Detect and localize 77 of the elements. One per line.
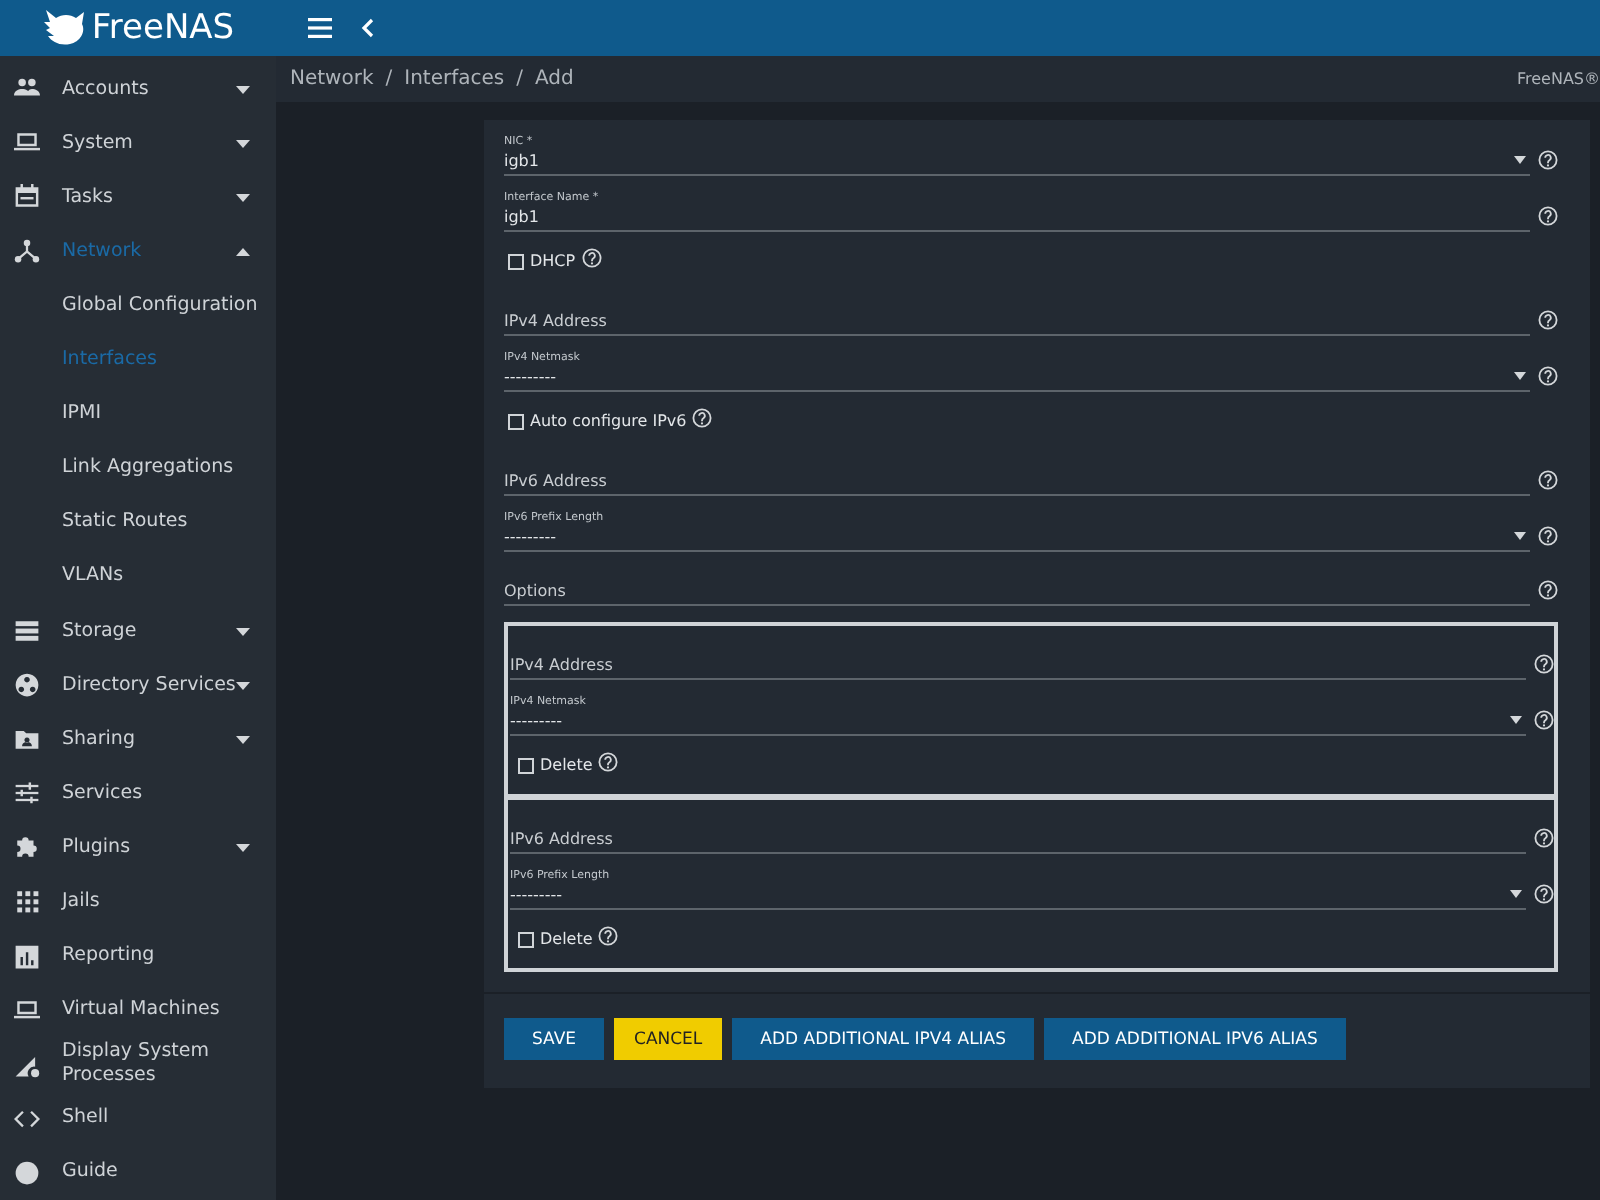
form-button[interactable]: ADD ADDITIONAL IPV6 ALIAS	[1044, 1018, 1346, 1060]
dropdown-arrow-icon[interactable]	[1514, 156, 1526, 164]
laptop-icon	[14, 997, 40, 1024]
help-icon[interactable]	[1538, 206, 1558, 226]
logo-text: FreeNAS	[91, 8, 235, 48]
help-icon[interactable]	[692, 408, 713, 428]
sliders-icon	[14, 780, 40, 807]
help-icon[interactable]	[1534, 654, 1554, 674]
puzzle-icon	[14, 834, 40, 861]
sidebar-item[interactable]: Sharing	[0, 712, 276, 767]
sidebar-item[interactable]: Services	[0, 766, 276, 821]
breadcrumb-separator: /	[385, 68, 393, 90]
text-field[interactable]: IPv4 Address	[510, 642, 1526, 680]
sidebar-subitem[interactable]: VLANs	[0, 549, 276, 604]
folder-icon	[14, 726, 40, 753]
text-field[interactable]: Options	[504, 568, 1530, 606]
help-icon[interactable]	[1534, 884, 1554, 904]
checkbox[interactable]	[508, 413, 524, 429]
dropdown-arrow-icon[interactable]	[1510, 716, 1522, 724]
grid-icon	[14, 888, 40, 915]
sidebar-item[interactable]: Virtual Machines	[0, 983, 276, 1038]
dropdown-arrow-icon[interactable]	[1514, 372, 1526, 380]
calendar-icon	[14, 184, 40, 211]
sidebar-subitem[interactable]: Global Configuration	[0, 278, 276, 333]
help-icon[interactable]	[1538, 526, 1558, 546]
sidebar-subitem[interactable]: Static Routes	[0, 495, 276, 550]
checkbox-label: Delete	[540, 930, 593, 948]
sidebar-subitem[interactable]: Link Aggregations	[0, 441, 276, 496]
help-icon[interactable]	[598, 926, 619, 946]
checkbox-label: Auto configure IPv6	[530, 412, 687, 430]
text-field[interactable]: IPv6 Address	[504, 458, 1530, 496]
text-field[interactable]: IPv6 Address	[510, 816, 1526, 854]
form-button[interactable]: SAVE	[504, 1018, 605, 1060]
mascot-icon	[41, 8, 86, 48]
sidebar-item[interactable]: Plugins	[0, 820, 276, 875]
checkbox-label: Delete	[540, 756, 593, 774]
form-button[interactable]: ADD ADDITIONAL IPV4 ALIAS	[732, 1018, 1035, 1060]
menu-icon[interactable]	[308, 18, 332, 38]
storage-icon	[14, 617, 40, 644]
sidebar-item[interactable]: Reporting	[0, 929, 276, 984]
help-icon[interactable]	[1534, 710, 1554, 730]
sidebar-item[interactable]: System	[0, 116, 276, 171]
checkbox-label: DHCP	[530, 252, 576, 270]
directory-icon	[14, 672, 40, 699]
checkbox[interactable]	[518, 931, 534, 947]
sidebar-item[interactable]: Tasks	[0, 170, 276, 225]
help-icon[interactable]	[1534, 828, 1554, 848]
dropdown-arrow-icon[interactable]	[1514, 532, 1526, 540]
chart-icon	[14, 943, 40, 970]
sidebar-item[interactable]: Storage	[0, 603, 276, 659]
help-icon[interactable]	[1538, 580, 1558, 600]
breadcrumb-separator: /	[516, 68, 523, 90]
code-icon	[14, 1105, 40, 1132]
sidebar-item[interactable]: Shell	[0, 1091, 276, 1146]
help-icon[interactable]	[1538, 310, 1558, 330]
chevron-left-icon[interactable]	[360, 18, 374, 38]
help-icon[interactable]	[1538, 366, 1558, 386]
network-icon	[14, 238, 40, 265]
sidebar-item[interactable]: Guide	[0, 1145, 276, 1200]
checkbox[interactable]	[518, 757, 534, 773]
help-icon[interactable]	[581, 248, 602, 268]
sidebar-item[interactable]: Display System Processes	[0, 1037, 276, 1092]
breadcrumb-item[interactable]: Interfaces	[404, 68, 505, 90]
sidebar-item[interactable]: Accounts	[0, 62, 276, 117]
breadcrumb-item[interactable]: Network	[290, 68, 374, 90]
breadcrumb-item[interactable]: Add	[535, 68, 574, 90]
dropdown-arrow-icon[interactable]	[1510, 890, 1522, 898]
sidebar-item[interactable]: Jails	[0, 874, 276, 929]
text-field[interactable]: IPv4 Address	[504, 298, 1530, 336]
help-icon[interactable]	[598, 752, 619, 772]
form-button[interactable]: CANCEL	[614, 1018, 723, 1060]
product-name: FreeNAS®	[1516, 70, 1600, 88]
checkbox[interactable]	[508, 253, 524, 269]
sidebar-item[interactable]: Directory Services	[0, 658, 276, 713]
help-icon[interactable]	[1538, 470, 1558, 490]
sidebar-subitem[interactable]: IPMI	[0, 387, 276, 442]
help-icon[interactable]	[1538, 150, 1558, 170]
